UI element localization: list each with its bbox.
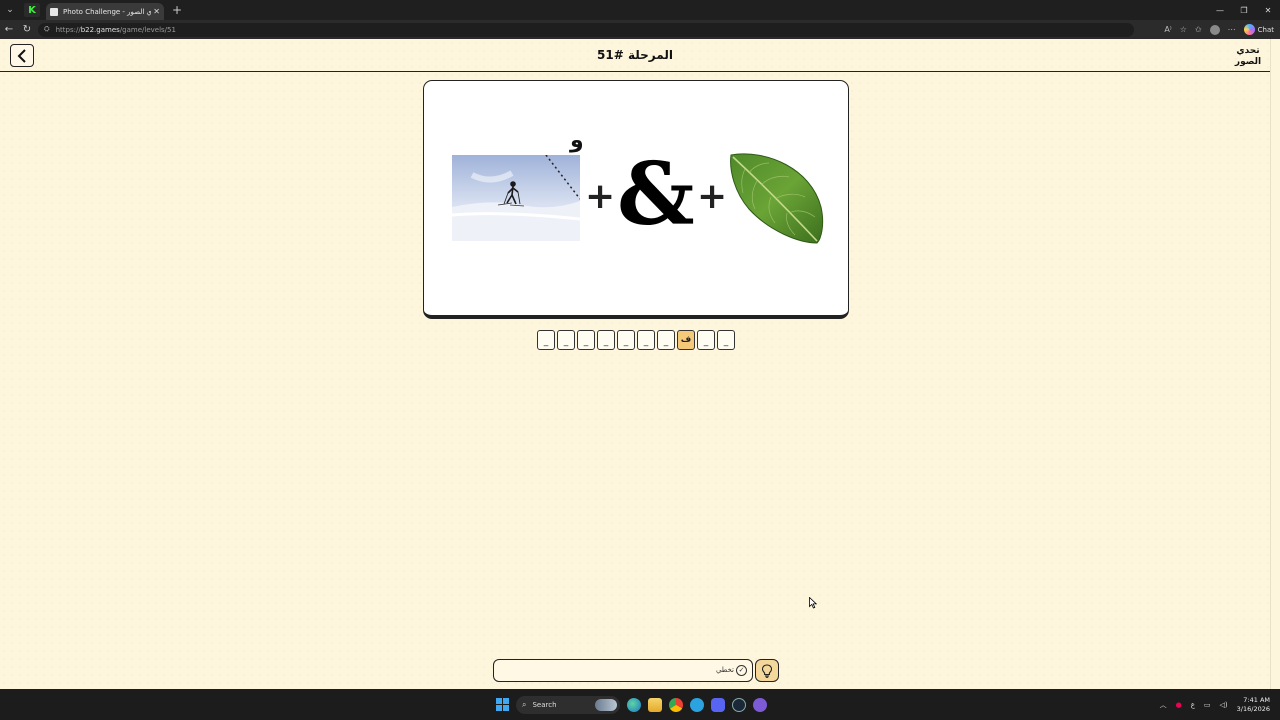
minimize-icon[interactable]: — <box>1208 0 1232 20</box>
skier-image <box>452 155 580 241</box>
windows-start-icon[interactable] <box>496 698 509 711</box>
browser-tab-bar: ⌄ K Photo Challenge - لعبة تحدي الصور ✕ … <box>0 0 1280 20</box>
close-window-icon[interactable]: ✕ <box>1256 0 1280 20</box>
new-tab-plus-icon[interactable]: + <box>172 3 182 17</box>
tab-list-chevron-icon[interactable]: ⌄ <box>0 0 20 20</box>
restore-icon[interactable]: ❐ <box>1232 0 1256 20</box>
answer-field: تخطي ✓ <box>493 659 753 683</box>
edge-browser-icon[interactable] <box>627 697 641 712</box>
skip-timer-icon[interactable]: ✓ <box>736 665 747 676</box>
microphone-icon[interactable]: ● <box>1176 701 1182 709</box>
brand-logo[interactable]: تحدي الصور <box>1234 43 1262 67</box>
hint-button[interactable] <box>755 659 779 682</box>
taskbar-search[interactable]: ⌕ Search <box>516 695 620 714</box>
answer-slot[interactable]: _ <box>537 330 555 350</box>
plus-sign-1: + <box>585 176 616 217</box>
favorites-list-icon[interactable]: ✩ <box>1195 25 1202 34</box>
network-icon[interactable]: ▭ <box>1204 701 1211 709</box>
answer-slot[interactable]: _ <box>577 330 595 350</box>
discord-icon[interactable] <box>711 697 725 712</box>
url-text: https://b22.games/game/levels/51 <box>55 25 176 34</box>
search-icon: ⌕ <box>522 699 527 709</box>
site-info-icon[interactable]: ⛭ <box>44 25 50 34</box>
windows-taskbar: ⌕ Search ︿ ● ع ▭ ◁) 7:41 AM 3/16/2026 <box>0 689 1280 720</box>
page-scrollbar[interactable] <box>1270 39 1280 689</box>
puzzle-card: و + & + <box>423 80 849 319</box>
clock-time: 7:41 AM <box>1243 695 1270 704</box>
plus-sign-2: + <box>697 176 728 217</box>
svg-text:تحدي: تحدي <box>1236 46 1259 56</box>
clock-date: 3/16/2026 <box>1236 704 1270 713</box>
page-header: المرحلة #51 تحدي الصور <box>0 39 1270 72</box>
level-title: المرحلة #51 <box>597 48 673 62</box>
answer-slot[interactable]: _ <box>557 330 575 350</box>
volume-icon[interactable]: ◁) <box>1220 701 1228 709</box>
copilot-icon[interactable] <box>1243 24 1255 35</box>
url-field[interactable]: ⛭ https://b22.games/game/levels/51 <box>38 22 1134 37</box>
skip-label[interactable]: تخطي <box>716 666 734 674</box>
refresh-icon[interactable]: ↻ <box>18 20 36 39</box>
chat-app-icon[interactable] <box>753 697 767 712</box>
answer-slot[interactable]: _ <box>717 330 735 350</box>
more-menu-icon[interactable]: ⋯ <box>1228 25 1236 34</box>
answer-input[interactable] <box>494 662 752 683</box>
lightbulb-icon <box>761 663 773 678</box>
leaf-image <box>730 153 824 244</box>
profile-avatar[interactable] <box>1209 24 1220 35</box>
steam-icon[interactable] <box>732 697 746 712</box>
answer-slot[interactable]: _ <box>617 330 635 350</box>
window-controls: — ❐ ✕ <box>1208 0 1280 20</box>
answer-slot[interactable]: _ <box>697 330 715 350</box>
kick-tab-icon[interactable]: K <box>24 3 40 17</box>
answer-bar: تخطي ✓ <box>493 659 779 683</box>
letter-hint-waw: و <box>570 128 584 153</box>
favorite-star-icon[interactable]: ☆ <box>1180 25 1187 34</box>
system-tray: ︿ ● ع ▭ ◁) 7:41 AM 3/16/2026 <box>1160 689 1270 720</box>
game-page: المرحلة #51 تحدي الصور و + & + _ _ _ _ _… <box>0 39 1270 689</box>
chat-button[interactable]: Chat <box>1258 26 1274 34</box>
browser-tab-active[interactable]: Photo Challenge - لعبة تحدي الصور ✕ <box>46 3 164 20</box>
search-label: Search <box>532 700 557 709</box>
answer-slot[interactable]: _ <box>657 330 675 350</box>
read-aloud-icon[interactable]: A⁾ <box>1164 25 1171 34</box>
telegram-icon[interactable] <box>690 697 704 712</box>
answer-slot-revealed[interactable]: ف <box>677 330 695 350</box>
ampersand-symbol: & <box>617 144 695 245</box>
answer-slots: _ _ _ _ _ _ _ ف _ _ <box>537 330 735 350</box>
chrome-icon[interactable] <box>669 697 683 712</box>
address-bar-actions: A⁾ ☆ ✩ ⋯ Chat <box>1164 20 1274 39</box>
tab-title: Photo Challenge - لعبة تحدي الصور <box>63 7 152 16</box>
tab-favicon-icon <box>50 7 58 16</box>
answer-slot[interactable]: _ <box>637 330 655 350</box>
tray-overflow-chevron-icon[interactable]: ︿ <box>1160 700 1167 710</box>
tab-close-icon[interactable]: ✕ <box>153 7 160 16</box>
search-highlight-image <box>595 698 617 711</box>
answer-slot[interactable]: _ <box>597 330 615 350</box>
back-arrow-icon[interactable]: ← <box>0 20 18 39</box>
taskbar-clock[interactable]: 7:41 AM 3/16/2026 <box>1237 696 1270 714</box>
taskbar-apps: ⌕ Search <box>496 689 767 720</box>
keyboard-language[interactable]: ع <box>1191 701 1195 709</box>
browser-address-bar: ← ↻ ⛭ https://b22.games/game/levels/51 A… <box>0 20 1280 39</box>
file-explorer-icon[interactable] <box>648 697 662 712</box>
mouse-cursor-icon <box>809 597 817 609</box>
svg-text:الصور: الصور <box>1234 57 1261 67</box>
